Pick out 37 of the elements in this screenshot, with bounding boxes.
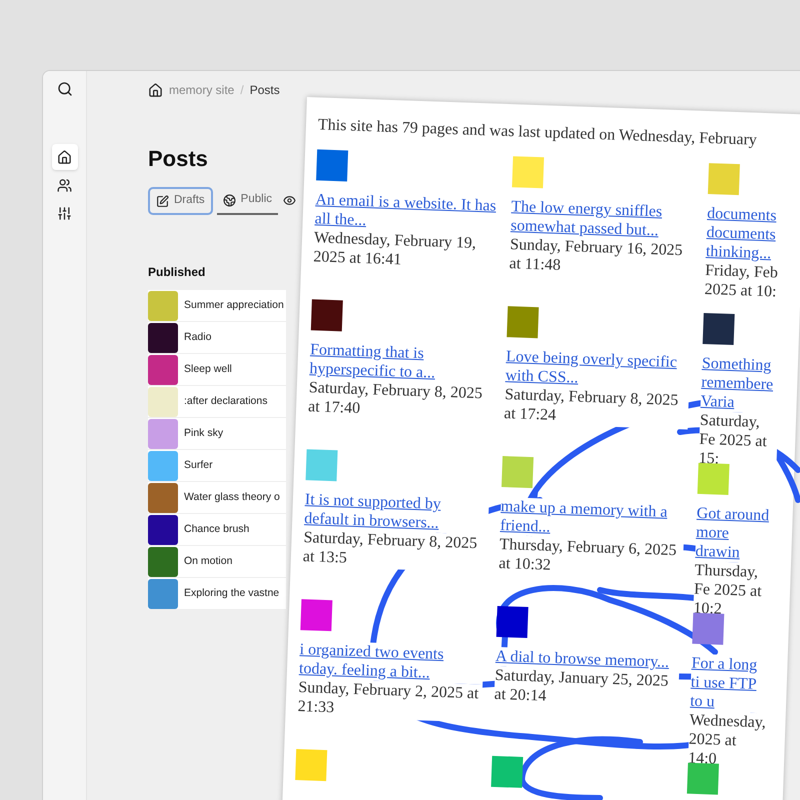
post-title: Radio xyxy=(184,330,212,345)
nav-button[interactable] xyxy=(52,144,78,170)
post-row[interactable]: Radio xyxy=(148,322,286,354)
tab[interactable]: Public xyxy=(216,187,278,215)
post-row[interactable]: Pink sky xyxy=(148,418,286,450)
site-summary: This site has 79 pages and was last updated on Wednesday, February xyxy=(318,115,758,151)
users-icon xyxy=(57,178,72,192)
breadcrumb-link[interactable]: memory site xyxy=(169,81,234,99)
tab[interactable]: Drafts xyxy=(148,187,213,215)
post-row[interactable]: Exploring the vastne xyxy=(148,578,286,610)
post-row[interactable]: Surfer xyxy=(148,450,286,482)
post-title: Chance brush xyxy=(184,522,250,537)
home-icon xyxy=(148,82,163,98)
home-icon xyxy=(57,150,72,164)
post-row[interactable]: On motion xyxy=(148,546,286,578)
sliders-icon xyxy=(57,206,72,220)
post-title: Summer appreciation xyxy=(184,298,284,313)
eye-icon xyxy=(283,194,296,206)
pen-square-icon xyxy=(156,194,169,208)
post-title: Sleep well xyxy=(184,362,232,377)
page-heading: Posts xyxy=(148,145,209,173)
post-title: Water glass theory o xyxy=(184,490,280,505)
post-title: :after declarations xyxy=(184,394,268,409)
post-title: Surfer xyxy=(184,458,213,473)
search-icon[interactable] xyxy=(56,81,72,97)
breadcrumb-separator: / xyxy=(240,82,244,99)
post-row[interactable]: Summer appreciation xyxy=(148,290,286,322)
post-title: Pink sky xyxy=(184,426,224,441)
globe-icon xyxy=(222,194,236,206)
breadcrumb-link[interactable]: Posts xyxy=(250,81,280,99)
post-title: Exploring the vastne xyxy=(184,586,280,601)
post-title: On motion xyxy=(184,554,232,569)
post-row[interactable]: Chance brush xyxy=(148,514,286,546)
post-row[interactable]: :after declarations xyxy=(148,386,286,418)
post-row[interactable]: Water glass theory o xyxy=(148,482,286,514)
post-row[interactable]: Sleep well xyxy=(148,354,286,386)
section-title: Published xyxy=(148,264,206,281)
